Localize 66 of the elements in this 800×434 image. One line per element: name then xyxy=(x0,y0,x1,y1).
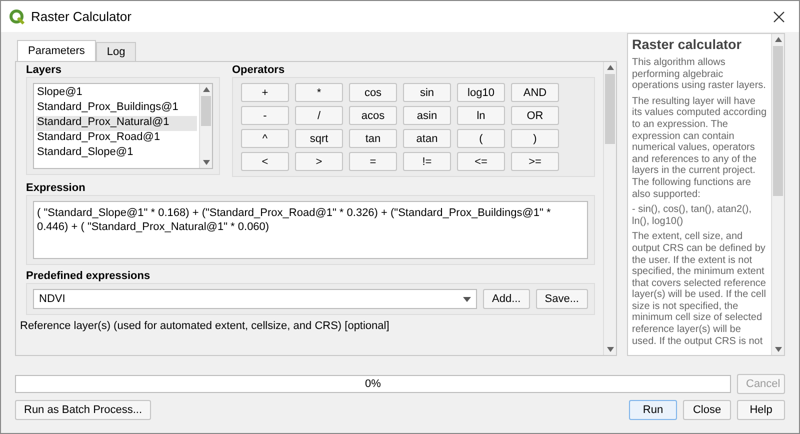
scrollbar-thumb[interactable] xyxy=(773,46,783,196)
dropdown-caret-icon xyxy=(463,296,471,302)
operator-button[interactable]: tan xyxy=(349,129,397,148)
operator-button[interactable]: <= xyxy=(457,152,505,171)
help-paragraph: - sin(), cos(), tan(), atan2(), ln(), log10() xyxy=(632,204,752,228)
scroll-up-arrow-icon[interactable] xyxy=(774,37,782,42)
tab[interactable]: Parameters xyxy=(17,40,96,61)
layer-list[interactable]: Slope@1 Standard_Prox_Buildings@1 Standard_Prox_Natural@1 Standard_Prox_Road@1 Standard_Slope@1 xyxy=(33,83,213,169)
app-logo-icon xyxy=(9,8,25,24)
layer-item[interactable]: Standard_Prox_Buildings@1 xyxy=(36,101,197,116)
expression-dropdown[interactable]: NDVI xyxy=(33,289,477,309)
operator-button[interactable]: - xyxy=(241,106,289,125)
operator-button[interactable]: AND xyxy=(511,83,559,102)
operator-button[interactable]: < xyxy=(241,152,289,171)
layer-item[interactable]: Standard_Prox_Road@1 xyxy=(36,131,197,146)
dialog-button[interactable]: Help xyxy=(737,400,785,420)
operator-button[interactable]: > xyxy=(295,152,343,171)
operator-button[interactable]: cos xyxy=(349,83,397,102)
operator-button[interactable]: ln xyxy=(457,106,505,125)
scrollbar[interactable] xyxy=(199,84,212,168)
scroll-down-arrow-icon[interactable] xyxy=(606,347,614,352)
scroll-up-arrow-icon[interactable] xyxy=(606,65,614,70)
scrollbar[interactable] xyxy=(603,62,616,355)
operator-button[interactable]: OR xyxy=(511,106,559,125)
expression-button[interactable]: Add... xyxy=(483,289,530,309)
operator-button[interactable]: * xyxy=(295,83,343,102)
scroll-up-arrow-icon[interactable] xyxy=(202,87,210,92)
help-paragraph: This algorithm allows performing algebraic operations using raster layers. xyxy=(632,57,767,92)
operator-button[interactable]: asin xyxy=(403,106,451,125)
scrollbar[interactable] xyxy=(771,34,784,355)
tab[interactable]: Log xyxy=(96,42,136,61)
scrollbar-thumb[interactable] xyxy=(201,96,211,126)
operator-button[interactable]: = xyxy=(349,152,397,171)
reference-layer-label: Reference layer(s) (used for automated extent, cellsize, and CRS) [optional] xyxy=(20,320,390,332)
section-heading: Expression xyxy=(26,182,86,194)
operator-button[interactable]: atan xyxy=(403,129,451,148)
operator-button[interactable]: >= xyxy=(511,152,559,171)
section-heading: Layers xyxy=(26,64,62,76)
help-paragraph: The extent, cell size, and output CRS can be defined by the user. If the extent is not specified, the minimum extent that covers selected reference layer(s) will be used. If the cell size is not specified, the minimum cell size of selected reference layer(s) will be used. If the output CRS is not xyxy=(632,231,767,348)
operator-button[interactable]: ^ xyxy=(241,129,289,148)
operator-button[interactable]: acos xyxy=(349,106,397,125)
scroll-down-arrow-icon[interactable] xyxy=(774,347,782,352)
operator-button[interactable]: sin xyxy=(403,83,451,102)
expression-field[interactable]: ( "Standard_Slope@1" * 0.168) + ("Standard_Prox_Road@1" * 0.326) + ("Standard_Prox_Buildings@1" * 0.446) + ( "Standard_Prox_Natural@1" * 0.060) xyxy=(33,201,588,259)
operator-button[interactable]: log10 xyxy=(457,83,505,102)
layer-item[interactable]: Slope@1 xyxy=(36,86,197,101)
operator-button[interactable]: + xyxy=(241,83,289,102)
operator-button[interactable]: ( xyxy=(457,129,505,148)
window-title: Raster Calculator xyxy=(31,9,132,24)
progress-reading: 0% xyxy=(365,378,381,390)
operator-button[interactable]: sqrt xyxy=(295,129,343,148)
operator-button[interactable]: != xyxy=(403,152,451,171)
operator-button[interactable]: ) xyxy=(511,129,559,148)
help-paragraph: The resulting layer will have its values computed according to an expression. The expression can contain numerical values, operators and references to any of the layers in the current project. The following functions are also supported: xyxy=(632,96,767,200)
section-heading: Operators xyxy=(232,64,286,76)
expression-button[interactable]: Save... xyxy=(536,289,588,309)
help-title: Raster calculator xyxy=(632,37,743,53)
scroll-down-arrow-icon[interactable] xyxy=(202,160,210,165)
layer-item[interactable]: Standard_Prox_Natural@1 xyxy=(36,116,197,131)
dialog-button[interactable]: Close xyxy=(683,400,731,420)
scrollbar-thumb[interactable] xyxy=(605,74,615,144)
section-heading: Predefined expressions xyxy=(26,270,152,282)
batch-process-button[interactable]: Run as Batch Process... xyxy=(15,400,151,420)
layer-item[interactable]: Standard_Slope@1 xyxy=(36,146,197,161)
dialog-button[interactable]: Run xyxy=(629,400,677,420)
operator-button[interactable]: / xyxy=(295,106,343,125)
